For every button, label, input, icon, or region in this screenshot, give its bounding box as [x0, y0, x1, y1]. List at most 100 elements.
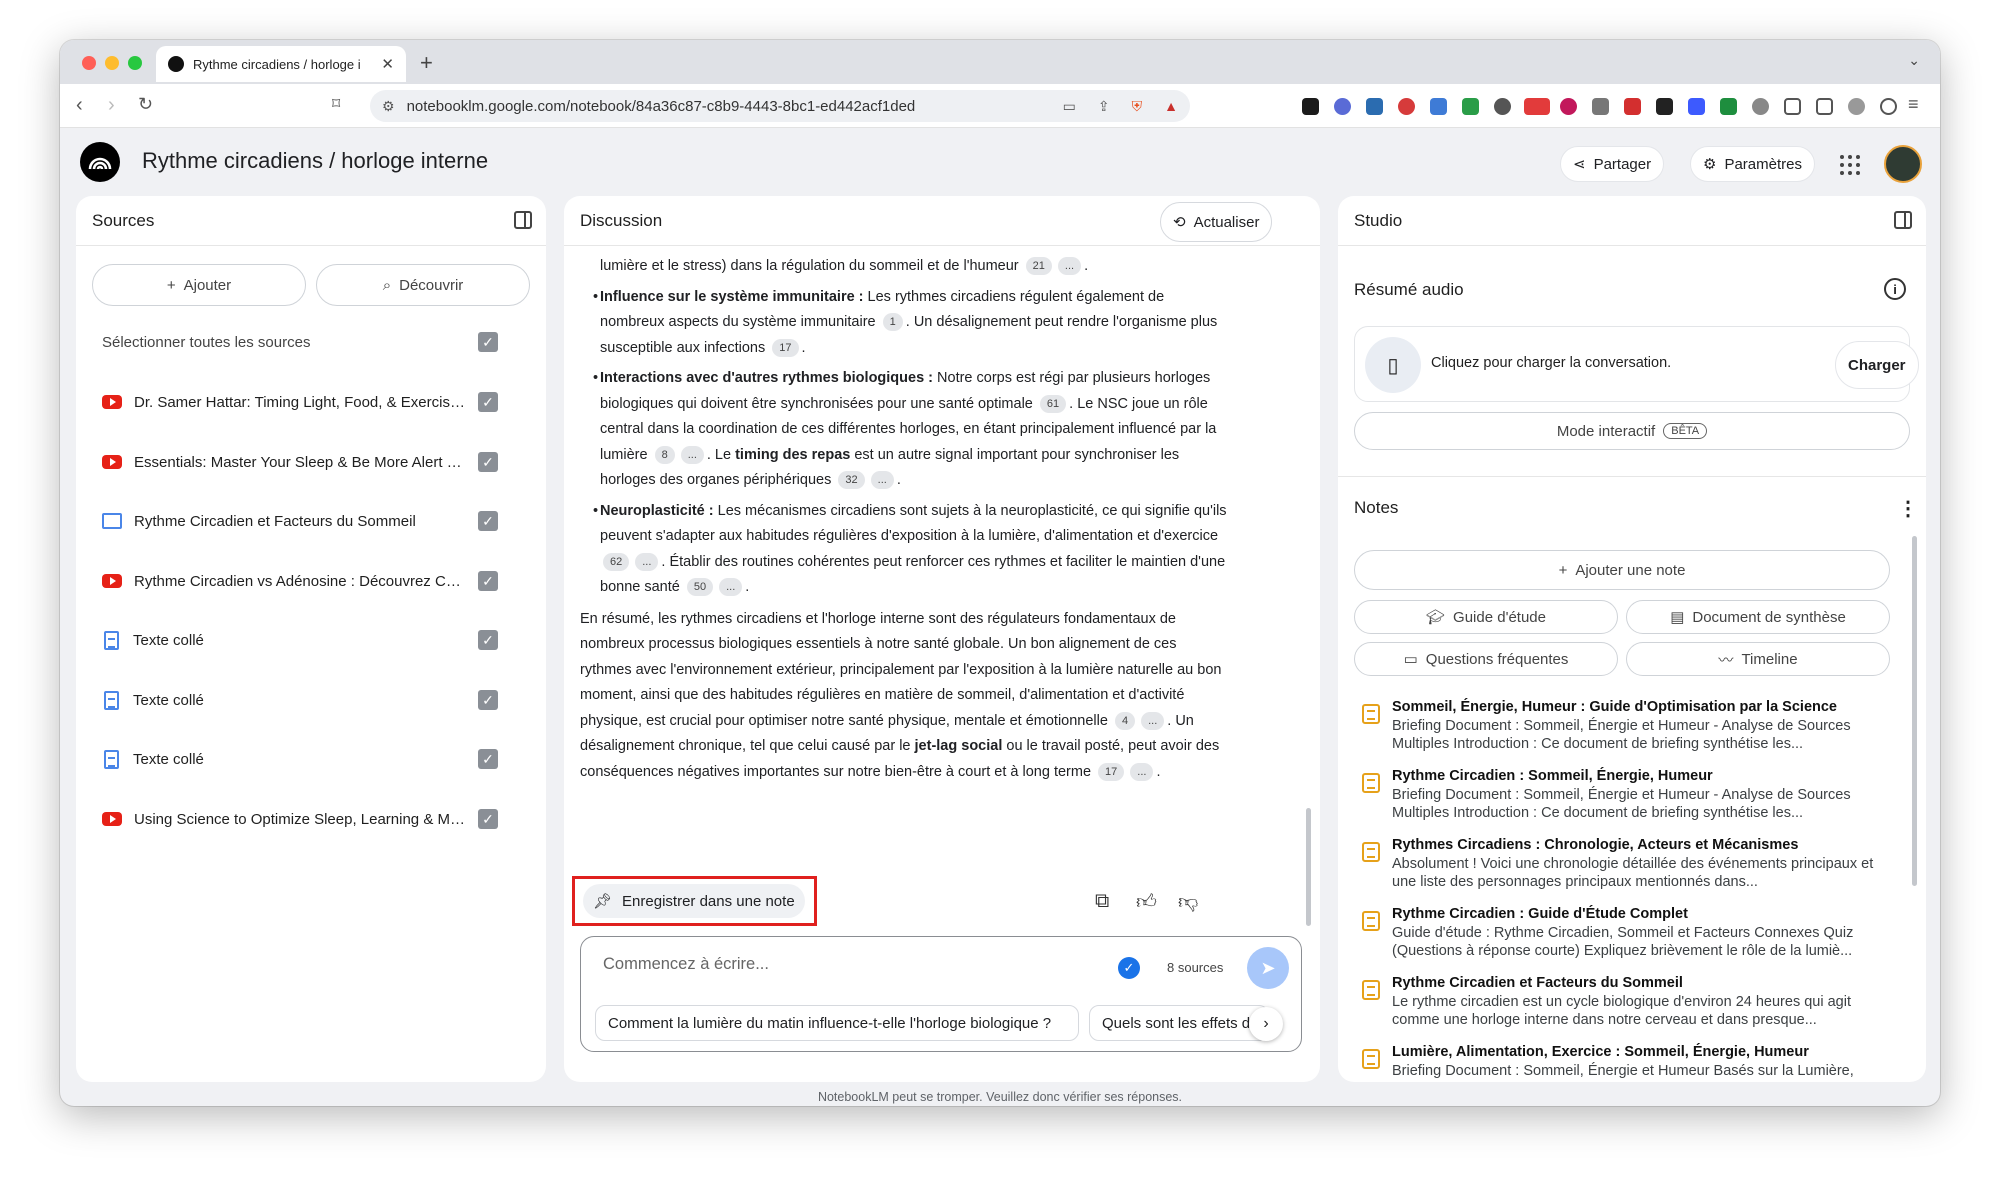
chat-input[interactable]: Commencez à écrire... — [603, 955, 769, 974]
extension-icon[interactable] — [1720, 98, 1737, 115]
extension-icon[interactable] — [1624, 98, 1641, 115]
source-checkbox[interactable]: ✓ — [478, 690, 498, 710]
synthesis-doc-button[interactable]: ▤ Document de synthèse — [1626, 600, 1890, 634]
source-item[interactable]: Rythme Circadien vs Adénosine : Découvre… — [102, 566, 512, 596]
citation-badge[interactable]: 1 — [882, 313, 903, 332]
note-item[interactable]: Rythme Circadien : Guide d'Étude Complet… — [1362, 905, 1882, 965]
extension-icon[interactable] — [1524, 98, 1550, 115]
source-checkbox[interactable]: ✓ — [478, 452, 498, 472]
avatar[interactable] — [1884, 145, 1922, 183]
source-checkbox[interactable]: ✓ — [478, 630, 498, 650]
source-item[interactable]: Texte collé ✓ — [102, 685, 512, 715]
extension-icon[interactable] — [1494, 98, 1511, 115]
sources-count[interactable]: 8 sources — [1167, 960, 1223, 975]
brave-rewards-icon[interactable]: ▲ — [1164, 98, 1178, 114]
add-source-button[interactable]: + Ajouter — [92, 264, 306, 306]
source-checkbox[interactable]: ✓ — [478, 392, 498, 412]
load-button[interactable]: Charger — [1835, 341, 1919, 389]
interactive-mode-button[interactable]: Mode interactif BÊTA — [1354, 412, 1910, 450]
minimize-window-button[interactable] — [105, 56, 119, 70]
site-settings-icon[interactable]: ⚙ — [382, 98, 395, 115]
extension-icon[interactable] — [1398, 98, 1415, 115]
leo-ai-icon[interactable] — [1848, 98, 1865, 115]
extension-icon[interactable] — [1592, 98, 1609, 115]
copy-icon[interactable]: ⧉ — [1095, 890, 1109, 913]
send-button[interactable]: ➤ — [1247, 947, 1289, 989]
suggestion-chip[interactable]: Quels sont les effets d — [1089, 1005, 1269, 1041]
source-item[interactable]: Using Science to Optimize Sleep, Learnin… — [102, 804, 512, 834]
bookmark-icon[interactable]: ⌑ — [332, 94, 340, 114]
citation-more-badge[interactable]: ... — [870, 471, 894, 490]
faq-button[interactable]: ▭ Questions fréquentes — [1354, 642, 1618, 676]
note-item[interactable]: Rythme Circadien : Sommeil, Énergie, Hum… — [1362, 767, 1882, 827]
citation-more-badge[interactable]: ... — [1130, 762, 1154, 781]
thumbs-up-icon[interactable]: 👍︎ — [1136, 890, 1157, 914]
extension-icon[interactable] — [1688, 98, 1705, 115]
notebook-title[interactable]: Rythme circadiens / horloge interne — [142, 148, 488, 174]
note-item[interactable]: Rythmes Circadiens : Chronologie, Acteur… — [1362, 836, 1882, 896]
thumbs-down-icon[interactable]: 👎︎ — [1178, 890, 1198, 914]
source-checkbox[interactable]: ✓ — [478, 571, 498, 591]
select-all-row[interactable]: Sélectionner toutes les sources ✓ — [102, 327, 512, 357]
refresh-button[interactable]: ⟲ Actualiser — [1160, 202, 1273, 242]
extension-icon[interactable] — [1560, 98, 1577, 115]
add-note-button[interactable]: + Ajouter une note — [1354, 550, 1890, 590]
citation-badge[interactable]: 50 — [686, 578, 714, 597]
extensions-puzzle-icon[interactable] — [1752, 98, 1769, 115]
collapse-panel-icon[interactable] — [1894, 211, 1912, 229]
maximize-window-button[interactable] — [128, 56, 142, 70]
source-checkbox[interactable]: ✓ — [478, 749, 498, 769]
source-item[interactable]: Essentials: Master Your Sleep & Be More … — [102, 447, 512, 477]
note-item[interactable]: Rythme Circadien et Facteurs du Sommeil L… — [1362, 974, 1882, 1034]
browser-tab[interactable]: Rythme circadiens / horloge i ✕ — [156, 46, 406, 82]
chat-scrollbar[interactable] — [1306, 808, 1311, 926]
citation-more-badge[interactable]: ... — [719, 578, 743, 597]
select-all-checkbox[interactable]: ✓ — [478, 332, 498, 352]
citation-more-badge[interactable]: ... — [635, 552, 659, 571]
citation-badge[interactable]: 21 — [1025, 257, 1052, 276]
extension-icon[interactable] — [1334, 98, 1351, 115]
note-item[interactable]: Lumière, Alimentation, Exercice : Sommei… — [1362, 1043, 1882, 1082]
study-guide-button[interactable]: 🎓︎ Guide d'étude — [1354, 600, 1618, 634]
share-page-icon[interactable]: ⇪ — [1098, 98, 1110, 115]
citation-badge[interactable]: 17 — [1098, 762, 1125, 781]
forward-icon[interactable]: › — [108, 94, 115, 117]
chevron-right-icon[interactable]: › — [1249, 1007, 1283, 1041]
citation-badge[interactable]: 61 — [1039, 394, 1067, 413]
notes-scrollbar[interactable] — [1912, 536, 1917, 886]
citation-badge[interactable]: 62 — [603, 552, 630, 571]
extension-icon[interactable] — [1462, 98, 1479, 115]
citation-more-badge[interactable]: ... — [1057, 257, 1082, 276]
source-checkbox[interactable]: ✓ — [478, 809, 498, 829]
reload-icon[interactable]: ↻ — [138, 94, 153, 115]
more-vertical-icon[interactable]: ⋮ — [1898, 496, 1918, 521]
info-icon[interactable]: i — [1884, 278, 1906, 300]
address-bar[interactable]: ⚙ notebooklm.google.com/notebook/84a36c8… — [370, 90, 1190, 122]
save-to-note-button[interactable]: 📌︎ Enregistrer dans une note — [583, 884, 805, 918]
extension-icon[interactable] — [1430, 98, 1447, 115]
citation-more-badge[interactable]: ... — [680, 445, 704, 464]
discover-button[interactable]: ⌕ Découvrir — [316, 264, 530, 306]
collapse-panel-icon[interactable] — [514, 211, 532, 229]
source-item[interactable]: Rythme Circadien et Facteurs du Sommeil … — [102, 506, 512, 536]
share-button[interactable]: ⋖ Partager — [1560, 146, 1665, 182]
tab-list-chevron-icon[interactable]: ⌄ — [1908, 52, 1920, 69]
extension-icon[interactable] — [1656, 98, 1673, 115]
source-checkbox[interactable]: ✓ — [478, 511, 498, 531]
new-tab-icon[interactable]: + — [420, 50, 433, 76]
cast-icon[interactable]: ▭ — [1063, 98, 1076, 115]
timeline-button[interactable]: 〰 Timeline — [1626, 642, 1890, 676]
sidebar-toggle-icon[interactable] — [1784, 98, 1801, 115]
source-item[interactable]: Texte collé ✓ — [102, 625, 512, 655]
suggestion-chip[interactable]: Comment la lumière du matin influence-t-… — [595, 1005, 1079, 1041]
close-window-button[interactable] — [82, 56, 96, 70]
note-item[interactable]: Sommeil, Énergie, Humeur : Guide d'Optim… — [1362, 698, 1882, 758]
menu-icon[interactable]: ≡ — [1908, 94, 1919, 115]
close-tab-icon[interactable]: ✕ — [381, 55, 394, 73]
source-item[interactable]: Texte collé ✓ — [102, 744, 512, 774]
apps-grid-icon[interactable] — [1840, 155, 1860, 175]
source-item[interactable]: Dr. Samer Hattar: Timing Light, Food, & … — [102, 387, 512, 417]
back-icon[interactable]: ‹ — [76, 94, 83, 117]
wallet-icon[interactable] — [1816, 98, 1833, 115]
brave-shield-icon[interactable]: ⛨ — [1132, 98, 1143, 115]
